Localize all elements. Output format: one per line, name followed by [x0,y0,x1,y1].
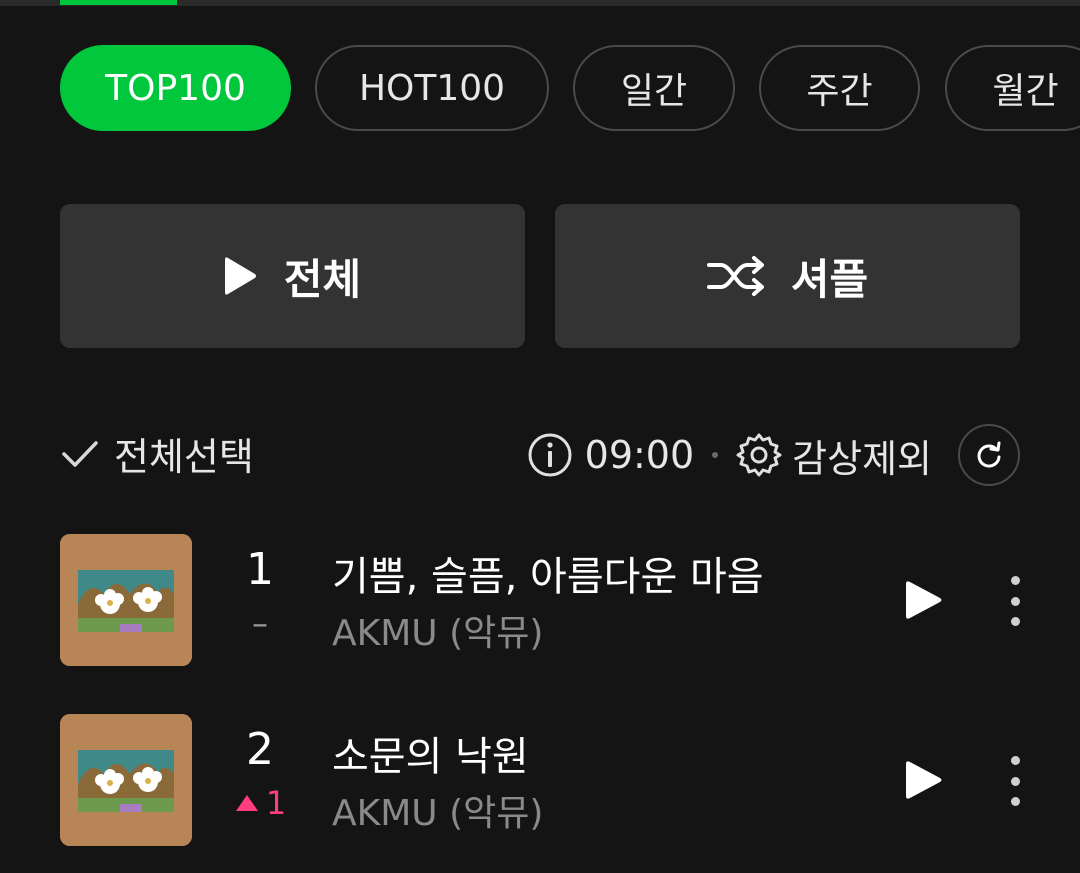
album-art[interactable] [60,714,192,846]
rank-number: 1 [246,544,274,595]
shuffle-label: 셔플 [790,254,869,304]
song-title[interactable]: 기쁨, 슬픔, 아름다운 마음 [332,544,764,602]
update-time: 09:00 [584,433,695,477]
chip-hot100[interactable]: HOT100 [315,45,549,131]
album-cover-image [60,534,192,666]
song-row[interactable]: 2 1 소문의 낙원 AKMU (악뮤) [0,714,1080,846]
refresh-icon [977,441,1001,468]
up-triangle-icon [235,795,258,811]
tab-indicator [60,0,177,5]
album-cover-image [60,714,192,846]
chip-top100[interactable]: TOP100 [60,45,291,131]
shuffle-icon [706,256,764,296]
select-all-label: 전체선택 [114,435,254,479]
song-row[interactable]: 1 – 기쁨, 슬픔, 아름다운 마음 AKMU (악뮤) [0,534,1080,666]
song-artist[interactable]: AKMU (악뮤) [332,604,543,656]
play-all-button[interactable]: 전체 [60,204,525,348]
exclude-listening-label[interactable]: 감상제외 [792,428,932,483]
song-artist[interactable]: AKMU (악뮤) [332,784,543,836]
select-all-button[interactable]: 전체선택 [60,426,254,481]
play-icon [224,257,256,295]
chip-weekly[interactable]: 주간 [759,45,920,131]
rank-change: 1 [220,784,300,822]
song-title[interactable]: 소문의 낙원 [332,724,529,782]
refresh-button[interactable] [958,424,1020,486]
info-icon[interactable] [527,432,573,478]
more-vertical-icon[interactable] [1000,576,1030,626]
shuffle-button[interactable]: 셔플 [555,204,1020,348]
rank-change: – [220,604,300,642]
play-all-label: 전체 [283,254,362,304]
chart-filter-chips: TOP100 HOT100 일간 주간 월간 [60,45,1080,135]
rank-change-value: – [252,604,268,642]
separator-dot [712,452,719,458]
check-icon [62,440,98,467]
more-vertical-icon[interactable] [1000,756,1030,806]
rank-change-value: 1 [265,784,287,822]
toolbar-right: 09:00 감상제외 [527,420,1020,490]
play-icon[interactable] [900,756,948,804]
gear-icon[interactable] [736,432,782,478]
album-art[interactable] [60,534,192,666]
play-icon[interactable] [900,576,948,624]
chip-monthly[interactable]: 월간 [945,45,1080,131]
list-toolbar: 전체선택 09:00 감상제외 [60,420,1020,490]
chip-daily[interactable]: 일간 [573,45,735,131]
rank-number: 2 [246,724,274,775]
